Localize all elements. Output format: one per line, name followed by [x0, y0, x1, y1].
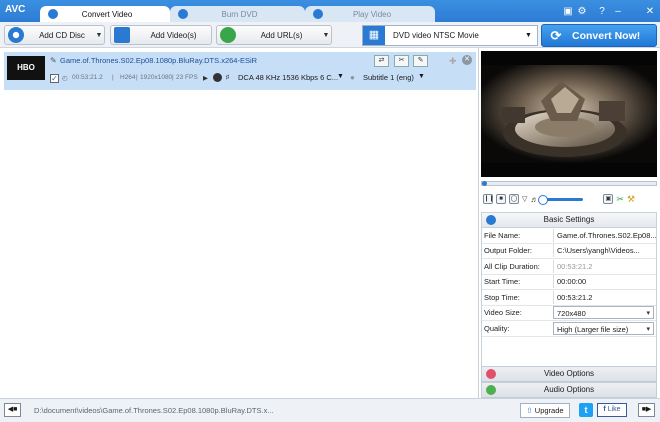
like-label: Like — [607, 406, 621, 413]
output-path: D:\document\videos\Game.of.Thrones.S02.E… — [34, 406, 274, 415]
file-checkbox[interactable]: ✓ — [50, 74, 59, 83]
play-icon — [313, 9, 323, 19]
file-meta-divider: | — [172, 74, 174, 81]
audio-options-icon — [486, 385, 496, 395]
add-cd-button[interactable]: Add CD Disc ▼ — [4, 25, 105, 45]
tab-convert-video[interactable]: Convert Video — [40, 6, 170, 22]
toggle-panel-icon[interactable]: ◀■ — [4, 403, 21, 417]
film-icon — [114, 27, 130, 43]
merge-button[interactable]: ⇄ — [374, 55, 389, 67]
chevron-down-icon: ▼ — [95, 31, 103, 39]
remove-file-icon[interactable]: ✕ — [462, 55, 472, 65]
fullscreen-icon[interactable]: ▣ — [603, 194, 614, 204]
globe-icon — [220, 27, 236, 43]
file-resolution: 1920x1080 — [140, 74, 173, 81]
stop-icon[interactable]: ■ — [496, 194, 506, 204]
upgrade-label: Upgrade — [534, 406, 564, 415]
minimize-icon[interactable]: – — [612, 6, 624, 18]
trim-button[interactable]: ✂ — [394, 55, 409, 67]
audio-options-button[interactable]: Audio Options — [481, 382, 657, 398]
add-videos-button[interactable]: Add Video(s) — [110, 25, 212, 45]
subtitle-icon: ● — [350, 73, 355, 82]
player-controls: ❙❙ ■ ◯ ▽ ♬ ▣ ✂ ⚒ — [481, 190, 657, 208]
profile-label: DVD video NTSC Movie — [393, 31, 479, 40]
file-name: Game.of.Thrones.S02.Ep08.1080p.BluRay.DT… — [60, 56, 258, 65]
speaker-icon: ♯ — [226, 74, 230, 81]
add-urls-label: Add URL(s) — [260, 30, 303, 40]
video-thumbnail: HBO — [7, 56, 45, 80]
subtitle-select[interactable]: Subtitle 1 (eng) — [363, 73, 414, 82]
video-options-label: Video Options — [543, 369, 595, 378]
audio-options-label: Audio Options — [543, 385, 595, 394]
basic-settings-header[interactable]: Basic Settings — [481, 212, 657, 228]
rename-icon[interactable]: ✎ — [50, 56, 57, 65]
video-options-icon — [486, 369, 496, 379]
collapse-panel-icon[interactable]: ■▶ — [638, 403, 655, 417]
video-frame-image — [481, 51, 657, 177]
snapshot-icon[interactable]: ◯ — [509, 194, 519, 204]
seek-handle[interactable] — [482, 181, 487, 186]
video-preview[interactable] — [481, 51, 657, 177]
cut-icon[interactable]: ✂ — [616, 194, 624, 205]
audio-track-select[interactable]: DCA 48 KHz 1536 Kbps 6 C... — [238, 73, 338, 82]
add-videos-label: Add Video(s) — [150, 30, 197, 40]
play-triangle-icon[interactable]: ▶ — [203, 74, 208, 82]
chevron-down-icon: ▼ — [322, 31, 330, 39]
file-list — [0, 48, 479, 398]
refresh-icon: ⟳ — [550, 27, 562, 43]
app-logo: AVC — [5, 4, 26, 15]
file-codec: H264 — [120, 74, 136, 81]
chevron-down-icon[interactable]: ▽ — [522, 195, 527, 203]
video-options-button[interactable]: Video Options — [481, 366, 657, 382]
settings-panel-frame — [481, 228, 657, 366]
file-fps: 23 FPS — [176, 74, 198, 81]
twitter-icon[interactable]: t — [579, 403, 593, 417]
add-urls-button[interactable]: Add URL(s) ▼ — [216, 25, 332, 45]
help-icon[interactable]: ? — [596, 6, 608, 18]
tab-burn-dvd[interactable]: Burn DVD — [170, 6, 305, 22]
effects-button[interactable]: ✎ — [413, 55, 428, 67]
disc-icon — [178, 9, 188, 19]
film-strip-icon: ▦ — [363, 26, 385, 45]
facebook-like-button[interactable]: f Like — [597, 403, 627, 417]
volume-slider[interactable] — [538, 194, 584, 205]
audio-track-icon — [213, 73, 222, 82]
tab-label: Play Video — [352, 9, 392, 19]
tab-label: Burn DVD — [221, 9, 258, 19]
tab-play-video[interactable]: Play Video — [305, 6, 435, 22]
settings-gear-icon — [486, 215, 496, 225]
close-icon[interactable]: ✕ — [644, 6, 656, 18]
settings-icon[interactable]: ⚙ — [576, 6, 588, 18]
file-duration: 00:53:21.2 — [72, 74, 103, 81]
volume-icon[interactable]: ♬ — [530, 195, 538, 204]
seek-bar[interactable] — [481, 181, 657, 186]
add-cd-label: Add CD Disc — [39, 30, 85, 40]
chevron-down-icon: ▼ — [525, 32, 532, 39]
facebook-icon: f — [603, 406, 606, 413]
file-meta-divider: | — [136, 74, 138, 81]
output-profile-select[interactable]: ▦ DVD video NTSC Movie ▼ — [362, 25, 538, 46]
upload-arrow-icon: ⇧ — [526, 406, 533, 415]
file-meta-divider: | — [112, 74, 114, 81]
chevron-down-icon[interactable]: ▼ — [418, 73, 425, 80]
tab-label: Convert Video — [81, 9, 133, 19]
move-up-icon[interactable]: ✚ — [449, 56, 457, 67]
convert-now-button[interactable]: ⟳ Convert Now! — [541, 24, 657, 47]
convert-icon — [48, 9, 58, 19]
skin-icon[interactable]: ▣ — [562, 6, 574, 18]
convert-now-label: Convert Now! — [572, 29, 641, 42]
tools-icon[interactable]: ⚒ — [627, 194, 635, 205]
basic-settings-title: Basic Settings — [543, 215, 595, 224]
cd-icon — [8, 27, 24, 43]
pause-icon[interactable]: ❙❙ — [483, 194, 494, 204]
chevron-down-icon[interactable]: ▼ — [337, 73, 344, 80]
upgrade-button[interactable]: ⇧ Upgrade — [520, 403, 570, 418]
clock-icon: ◴ — [62, 75, 68, 82]
